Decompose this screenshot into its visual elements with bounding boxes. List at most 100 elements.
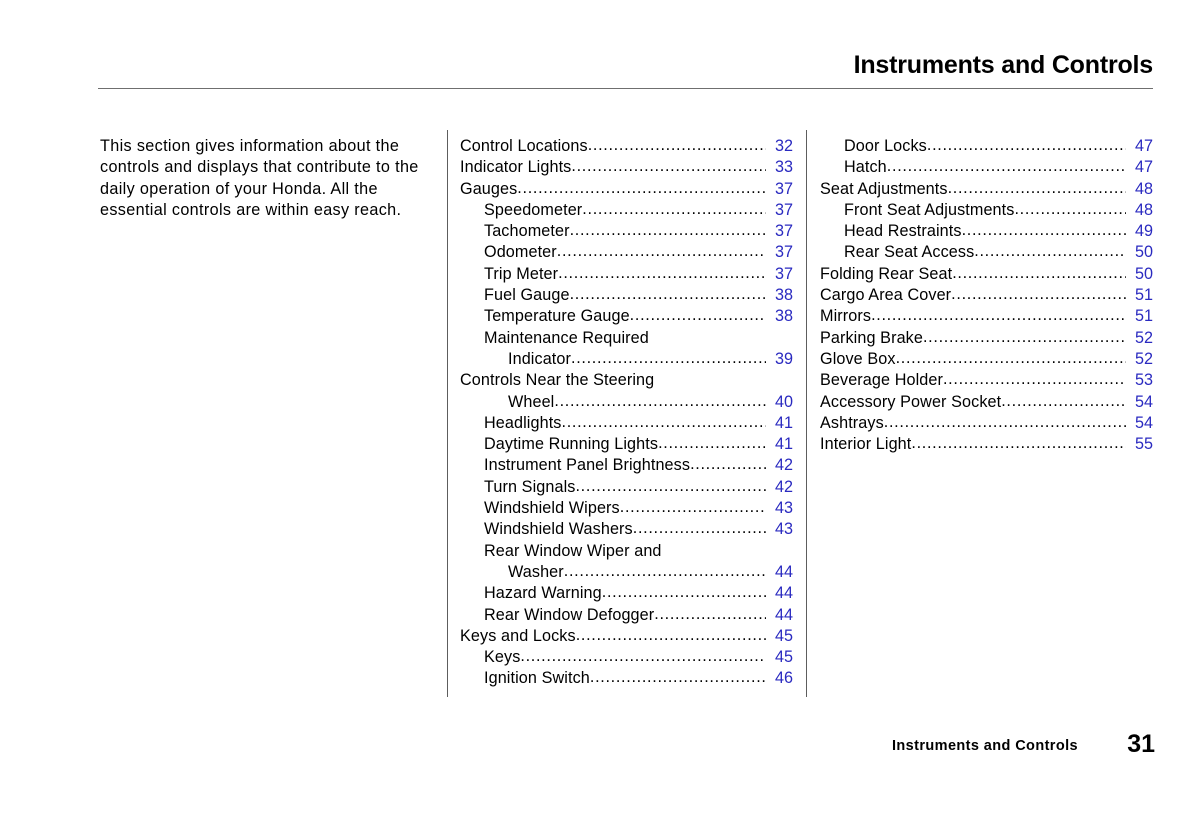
toc-entry[interactable]: Rear Seat Access 50 <box>820 242 1153 263</box>
toc-entry-label: Head Restraints <box>844 222 962 241</box>
toc-entry[interactable]: Maintenance Required <box>460 328 793 349</box>
toc-entry[interactable]: Keys and Locks 45 <box>460 626 793 647</box>
toc-column-middle: Control Locations 32 Indicator Lights 33 Gau… <box>460 136 793 690</box>
toc-entry[interactable]: Keys 45 <box>460 647 793 668</box>
toc-entry-label: Daytime Running Lights <box>484 435 659 454</box>
toc-dot-leader <box>948 179 1126 199</box>
toc-entry-page-number: 38 <box>774 307 793 326</box>
toc-entry-label: Headlights <box>484 413 562 432</box>
toc-entry[interactable]: Controls Near the Steering <box>460 370 793 391</box>
toc-entry-page-number: 37 <box>774 179 793 198</box>
toc-entry[interactable]: Ashtrays 54 <box>820 413 1153 434</box>
toc-dot-leader <box>570 285 766 305</box>
toc-dot-leader <box>943 370 1126 390</box>
toc-dot-leader <box>633 519 766 539</box>
toc-entry[interactable]: Indicator Lights 33 <box>460 157 793 178</box>
toc-entry-label: Indicator Lights <box>460 158 572 177</box>
toc-entry-page-number: 48 <box>1134 200 1153 219</box>
toc-entry[interactable]: Temperature Gauge 38 <box>460 306 793 327</box>
intro-column: This section gives information about the… <box>100 136 433 221</box>
toc-entry-label: Parking Brake <box>820 328 923 347</box>
toc-entry[interactable]: Cargo Area Cover 51 <box>820 285 1153 306</box>
toc-entry-label: Control Locations <box>460 137 588 155</box>
toc-entry[interactable]: Windshield Washers 43 <box>460 519 793 540</box>
toc-dot-leader <box>588 136 766 156</box>
toc-dot-leader <box>554 392 766 412</box>
toc-entry[interactable]: Folding Rear Seat 50 <box>820 264 1153 285</box>
toc-entry-page-number: 47 <box>1134 158 1153 177</box>
toc-entry[interactable]: Instrument Panel Brightness 42 <box>460 455 793 476</box>
toc-entry-page-number: 48 <box>1134 179 1153 198</box>
toc-entry-label: Tachometer <box>484 222 570 241</box>
toc-entry[interactable]: Parking Brake 52 <box>820 328 1153 349</box>
toc-entry[interactable]: Front Seat Adjustments 48 <box>820 200 1153 221</box>
toc-entry[interactable]: Door Locks 47 <box>820 136 1153 157</box>
toc-entry-page-number: 51 <box>1134 286 1153 305</box>
toc-entry[interactable]: Turn Signals 42 <box>460 477 793 498</box>
toc-entry-page-number: 50 <box>1134 243 1153 262</box>
toc-entry-label: Turn Signals <box>484 477 576 496</box>
toc-entry[interactable]: Trip Meter 37 <box>460 264 793 285</box>
toc-entry-label: Odometer <box>484 243 557 262</box>
toc-entry[interactable]: Windshield Wipers 43 <box>460 498 793 519</box>
toc-entry[interactable]: Control Locations 32 <box>460 136 793 157</box>
toc-dot-leader <box>974 242 1126 262</box>
toc-entry-label: Washer <box>508 562 564 581</box>
toc-entry-page-number: 52 <box>1134 349 1153 368</box>
toc-entry-label: Maintenance Required <box>484 328 649 347</box>
toc-entry-page-number: 43 <box>774 499 793 518</box>
column-divider-left <box>447 130 448 697</box>
toc-entry[interactable]: Speedometer 37 <box>460 200 793 221</box>
toc-entry[interactable]: Indicator 39 <box>460 349 793 370</box>
toc-dot-leader <box>602 583 766 603</box>
toc-entry-label: Ashtrays <box>820 413 884 432</box>
toc-entry[interactable]: Hazard Warning 44 <box>460 583 793 604</box>
toc-entry-label: Mirrors <box>820 307 872 326</box>
toc-dot-leader <box>517 179 766 199</box>
toc-entry-page-number: 37 <box>774 264 793 283</box>
toc-dot-leader <box>630 306 766 326</box>
toc-entry-label: Glove Box <box>820 349 896 368</box>
toc-entry-page-number: 33 <box>774 158 793 177</box>
toc-entry[interactable]: Washer 44 <box>460 562 793 583</box>
toc-entry[interactable]: Daytime Running Lights 41 <box>460 434 793 455</box>
toc-dot-leader <box>564 562 766 582</box>
toc-entry-label: Instrument Panel Brightness <box>484 456 691 475</box>
toc-entry[interactable]: Head Restraints 49 <box>820 221 1153 242</box>
toc-entry-page-number: 42 <box>774 456 793 475</box>
toc-entry[interactable]: Odometer 37 <box>460 242 793 263</box>
toc-dot-leader <box>562 413 767 433</box>
toc-entry-page-number: 37 <box>774 222 793 241</box>
toc-entry-label: Windshield Wipers <box>484 499 620 518</box>
toc-entry[interactable]: Gauges 37 <box>460 179 793 200</box>
toc-entry[interactable]: Wheel 40 <box>460 392 793 413</box>
toc-entry-label: Seat Adjustments <box>820 179 948 198</box>
toc-entry[interactable]: Seat Adjustments 48 <box>820 179 1153 200</box>
toc-entry-page-number: 42 <box>774 477 793 496</box>
toc-entry[interactable]: Beverage Holder 53 <box>820 370 1153 391</box>
toc-dot-leader <box>952 264 1126 284</box>
toc-entry-page-number: 54 <box>1134 392 1153 411</box>
intro-paragraph: This section gives information about the… <box>100 137 419 219</box>
toc-entry-label: Hazard Warning <box>484 584 602 603</box>
toc-entry-page-number: 44 <box>774 562 793 581</box>
toc-entry[interactable]: Ignition Switch 46 <box>460 668 793 689</box>
toc-dot-leader <box>654 605 766 625</box>
toc-entry-label: Indicator <box>508 349 571 368</box>
toc-entry-page-number: 55 <box>1134 435 1153 454</box>
toc-entry[interactable]: Accessory Power Socket 54 <box>820 392 1153 413</box>
toc-dot-leader <box>884 413 1126 433</box>
toc-entry[interactable]: Glove Box 52 <box>820 349 1153 370</box>
toc-entry-label: Rear Window Defogger <box>484 605 655 624</box>
toc-entry[interactable]: Rear Window Wiper and <box>460 541 793 562</box>
toc-entry[interactable]: Fuel Gauge 38 <box>460 285 793 306</box>
toc-entry[interactable]: Mirrors 51 <box>820 306 1153 327</box>
toc-entry[interactable]: Headlights 41 <box>460 413 793 434</box>
toc-entry[interactable]: Hatch 47 <box>820 157 1153 178</box>
toc-entry-label: Controls Near the Steering <box>460 371 655 390</box>
footer-page-number: 31 <box>1127 730 1155 758</box>
toc-entry[interactable]: Interior Light 55 <box>820 434 1153 455</box>
toc-entry[interactable]: Tachometer 37 <box>460 221 793 242</box>
toc-entry-label: Keys and Locks <box>460 626 576 645</box>
toc-entry[interactable]: Rear Window Defogger 44 <box>460 605 793 626</box>
